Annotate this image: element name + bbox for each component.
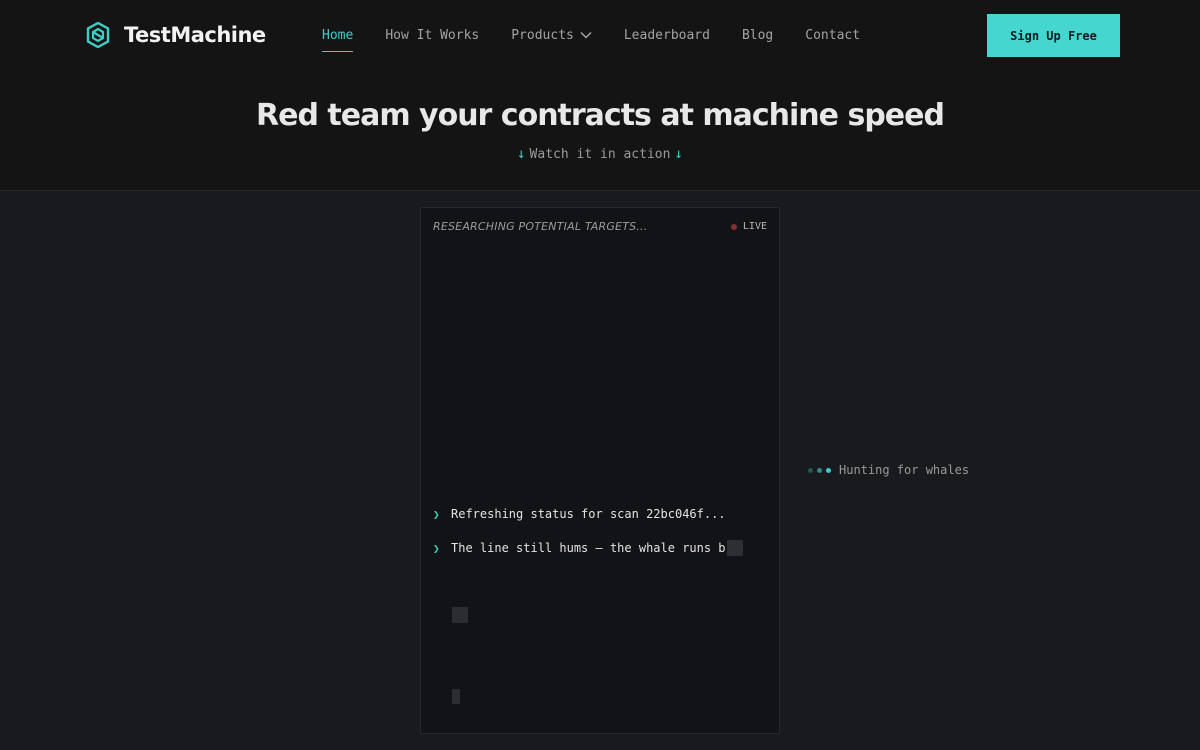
hero-subtitle: ↓ Watch it in action ↓ [0, 146, 1200, 162]
main-menu: Home How It Works Products Leaderboard B… [322, 0, 860, 70]
nav-item-label: Products [511, 27, 574, 43]
chevron-down-icon [580, 31, 592, 39]
terminal-line: ❯ The line still hums — the whale runs b [433, 540, 743, 556]
brand-name: TestMachine [124, 23, 266, 47]
text-cursor [726, 540, 743, 556]
activity-status: Hunting for whales [808, 463, 969, 477]
nav-item-label: Leaderboard [623, 27, 710, 43]
prompt-icon: ❯ [433, 507, 440, 521]
live-label: LIVE [742, 221, 767, 232]
nav-item-how-it-works[interactable]: How It Works [385, 24, 479, 46]
nav-item-label: How It Works [385, 27, 480, 43]
hero-subtitle-text: Watch it in action [529, 146, 671, 162]
nav-item-home[interactable]: Home [322, 24, 354, 52]
activity-status-text: Hunting for whales [839, 463, 970, 477]
terminal-status: RESEARCHING POTENTIAL TARGETS... [433, 220, 648, 233]
loading-dots-icon [808, 467, 831, 473]
nav-item-leaderboard[interactable]: Leaderboard [624, 24, 710, 46]
loading-dot [817, 467, 822, 473]
loading-dot [808, 467, 813, 473]
sign-up-button[interactable]: Sign Up Free [987, 14, 1120, 57]
live-indicator: LIVE [730, 221, 767, 232]
live-terminal: RESEARCHING POTENTIAL TARGETS... LIVE ❯ … [420, 207, 780, 734]
terminal-line-text: The line still hums — the whale runs b [451, 541, 726, 555]
loading-dot [826, 467, 831, 473]
arrow-down-icon: ↓ [674, 146, 683, 162]
top-navbar: TestMachine Home How It Works Products L… [0, 0, 1200, 70]
terminal-line: ❯ Refreshing status for scan 22bc046f... [433, 507, 726, 521]
nav-item-label: Home [322, 27, 354, 43]
nav-item-label: Blog [741, 27, 774, 43]
nav-item-blog[interactable]: Blog [742, 24, 773, 46]
live-dot-icon [730, 223, 737, 230]
nav-item-contact[interactable]: Contact [805, 24, 860, 46]
prompt-icon: ❯ [433, 541, 440, 555]
testmachine-logo-icon [86, 22, 110, 48]
nav-item-products[interactable]: Products [511, 24, 592, 46]
hero-section: Red team your contracts at machine speed… [0, 70, 1200, 191]
cursor-block [452, 607, 468, 623]
hero-title: Red team your contracts at machine speed [256, 98, 945, 133]
arrow-down-icon: ↓ [517, 146, 526, 162]
brand-logo[interactable]: TestMachine [86, 21, 266, 49]
nav-item-label: Contact [805, 27, 861, 43]
terminal-line-text: Refreshing status for scan 22bc046f... [451, 507, 726, 521]
cursor-block [452, 689, 460, 704]
